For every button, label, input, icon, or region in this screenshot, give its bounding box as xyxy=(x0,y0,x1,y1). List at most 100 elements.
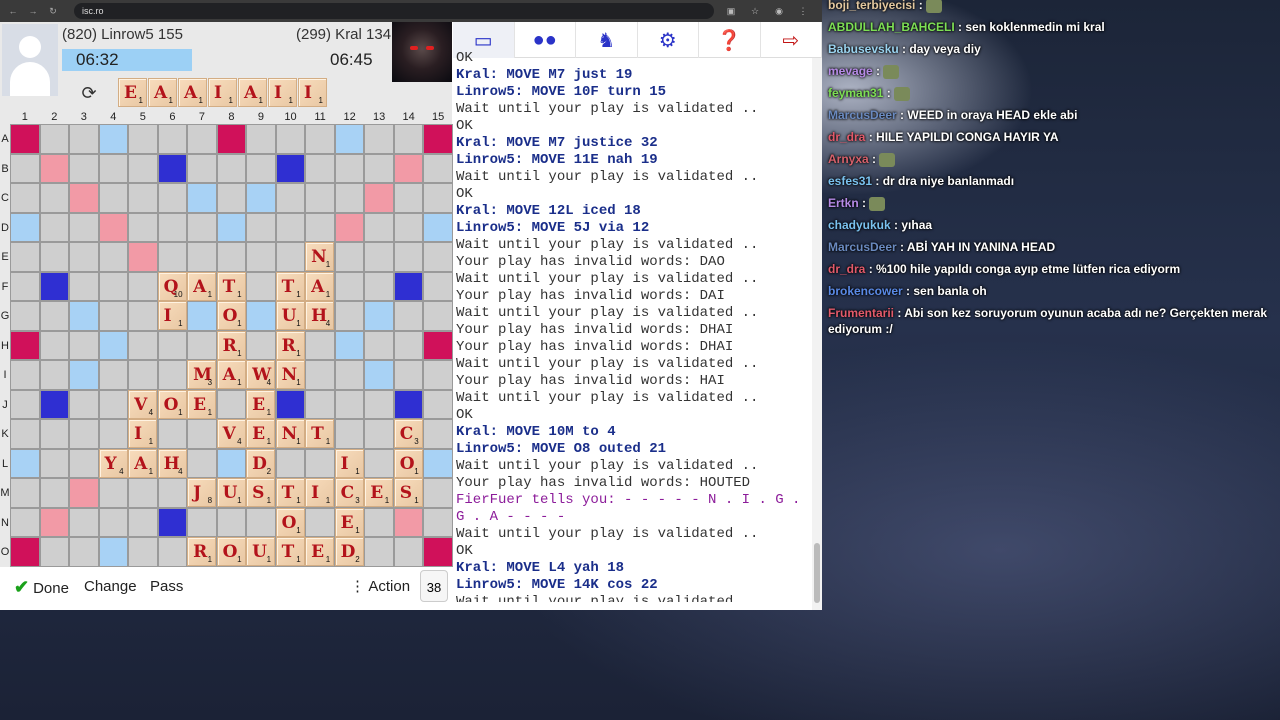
board-cell[interactable]: U1 xyxy=(246,537,276,567)
board-cell[interactable] xyxy=(423,183,453,213)
board-cell[interactable] xyxy=(246,242,276,272)
board-cell[interactable] xyxy=(10,183,40,213)
letter-tile[interactable]: E1 xyxy=(364,478,394,508)
board-cell[interactable] xyxy=(39,242,70,272)
letter-tile[interactable]: T1 xyxy=(216,271,246,301)
letter-tile[interactable]: H4 xyxy=(157,448,187,478)
letter-tile[interactable]: A1 xyxy=(238,78,267,107)
board-cell[interactable] xyxy=(334,242,365,272)
board-cell[interactable]: I1 xyxy=(128,419,158,449)
board-cell[interactable]: D2 xyxy=(334,537,365,567)
board-cell[interactable]: O1 xyxy=(275,507,306,538)
board-cell[interactable] xyxy=(39,124,70,154)
board-cell[interactable]: V4 xyxy=(216,419,247,449)
board-cell[interactable] xyxy=(157,360,188,390)
letter-tile[interactable]: R1 xyxy=(187,537,217,567)
board-cell[interactable] xyxy=(128,124,158,154)
board-cell[interactable] xyxy=(187,183,217,213)
board-cell[interactable] xyxy=(364,271,394,302)
log-scrollbar[interactable] xyxy=(812,58,822,610)
board-cell[interactable] xyxy=(10,301,40,331)
board-cell[interactable] xyxy=(393,389,424,420)
board-cell[interactable]: E1 xyxy=(334,507,365,538)
board-cell[interactable] xyxy=(39,419,70,449)
board-cell[interactable] xyxy=(187,330,217,361)
board-cell[interactable] xyxy=(423,537,453,567)
board-cell[interactable] xyxy=(423,153,453,184)
board-cell[interactable] xyxy=(98,419,129,449)
board-cell[interactable] xyxy=(187,153,217,184)
board-cell[interactable] xyxy=(216,124,247,154)
board-cell[interactable] xyxy=(393,153,424,184)
board-cell[interactable] xyxy=(39,330,70,361)
board-cell[interactable] xyxy=(69,537,99,567)
board-cell[interactable] xyxy=(98,153,129,184)
chat-username[interactable]: MarcusDeer xyxy=(828,240,897,254)
board-cell[interactable]: E1 xyxy=(305,537,335,567)
board-cell[interactable] xyxy=(364,360,394,390)
board-cell[interactable] xyxy=(246,183,276,213)
board-cell[interactable] xyxy=(98,507,129,538)
board-cell[interactable] xyxy=(393,124,424,154)
board-cell[interactable] xyxy=(98,330,129,361)
board-cell[interactable] xyxy=(69,448,99,479)
board-cell[interactable] xyxy=(157,183,188,213)
board-cell[interactable] xyxy=(157,153,188,184)
board-cell[interactable] xyxy=(246,507,276,538)
board-cell[interactable] xyxy=(98,242,129,272)
board-cell[interactable]: M3 xyxy=(187,360,217,390)
board-cell[interactable] xyxy=(128,183,158,213)
board-cell[interactable] xyxy=(157,330,188,361)
board-cell[interactable] xyxy=(364,212,394,243)
board-cell[interactable] xyxy=(216,242,247,272)
letter-tile[interactable]: S1 xyxy=(246,478,276,508)
board-cell[interactable] xyxy=(39,478,70,508)
board-cell[interactable]: Y4 xyxy=(98,448,129,479)
board-cell[interactable]: W4 xyxy=(246,360,276,390)
letter-tile[interactable]: Q 10 xyxy=(157,271,187,301)
letter-tile[interactable]: I1 xyxy=(305,478,335,508)
board-cell[interactable] xyxy=(69,124,99,154)
board-cell[interactable] xyxy=(128,330,158,361)
board-cell[interactable] xyxy=(275,212,306,243)
board-cell[interactable]: E1 xyxy=(187,389,217,420)
letter-tile[interactable]: A1 xyxy=(128,448,158,478)
shuffle-icon[interactable]: ⟳ xyxy=(78,82,100,104)
letter-tile[interactable]: R1 xyxy=(216,330,246,360)
letter-tile[interactable]: T1 xyxy=(275,271,305,301)
board-cell[interactable] xyxy=(69,360,99,390)
letter-tile[interactable]: N1 xyxy=(275,419,305,449)
board-cell[interactable] xyxy=(423,330,453,361)
board-cell[interactable] xyxy=(10,153,40,184)
board-cell[interactable] xyxy=(69,183,99,213)
board-cell[interactable] xyxy=(39,183,70,213)
back-icon[interactable]: ← xyxy=(6,6,20,16)
board-cell[interactable] xyxy=(10,389,40,420)
board-cell[interactable]: H4 xyxy=(305,301,335,331)
letter-tile[interactable]: O1 xyxy=(216,537,246,567)
chat-username[interactable]: esfes31 xyxy=(828,174,872,188)
board-cell[interactable] xyxy=(69,419,99,449)
board-cell[interactable] xyxy=(187,419,217,449)
board-cell[interactable]: U1 xyxy=(275,301,306,331)
board-cell[interactable] xyxy=(275,242,306,272)
board-cell[interactable] xyxy=(69,153,99,184)
board-cell[interactable] xyxy=(10,478,40,508)
board-cell[interactable]: T1 xyxy=(275,478,306,508)
board-cell[interactable] xyxy=(69,478,99,508)
board-cell[interactable] xyxy=(364,330,394,361)
board-cell[interactable] xyxy=(423,124,453,154)
board-cell[interactable] xyxy=(334,301,365,331)
board-cell[interactable] xyxy=(128,537,158,567)
board-cell[interactable] xyxy=(187,212,217,243)
board-cell[interactable] xyxy=(187,507,217,538)
board-cell[interactable] xyxy=(393,360,424,390)
board-cell[interactable] xyxy=(275,183,306,213)
chat-username[interactable]: ABDULLAH_BAHCELI xyxy=(828,20,955,34)
board-cell[interactable] xyxy=(305,448,335,479)
board-cell[interactable]: R1 xyxy=(187,537,217,567)
board-cell[interactable] xyxy=(423,360,453,390)
letter-tile[interactable]: A1 xyxy=(178,78,207,107)
pass-button[interactable]: Pass xyxy=(146,572,188,602)
board-cell[interactable] xyxy=(39,389,70,420)
